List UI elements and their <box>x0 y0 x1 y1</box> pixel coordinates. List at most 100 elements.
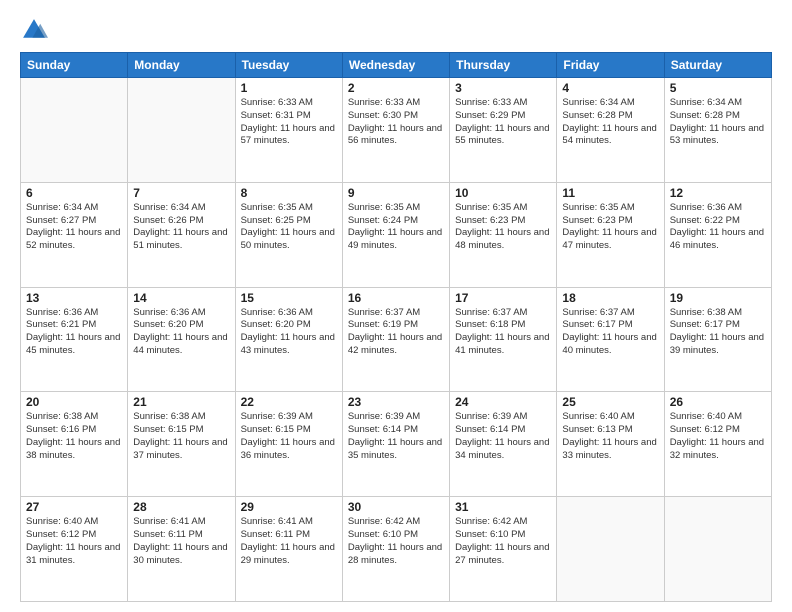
calendar-cell: 15 Sunrise: 6:36 AM Sunset: 6:20 PM Dayli… <box>235 287 342 392</box>
day-info: Sunrise: 6:35 AM Sunset: 6:24 PM Dayligh… <box>348 202 444 253</box>
day-info: Sunrise: 6:40 AM Sunset: 6:12 PM Dayligh… <box>26 516 122 567</box>
calendar-cell: 31 Sunrise: 6:42 AM Sunset: 6:10 PM Dayli… <box>450 497 557 602</box>
day-info: Sunrise: 6:39 AM Sunset: 6:14 PM Dayligh… <box>348 411 444 462</box>
calendar-cell: 19 Sunrise: 6:38 AM Sunset: 6:17 PM Dayli… <box>664 287 771 392</box>
calendar-cell: 12 Sunrise: 6:36 AM Sunset: 6:22 PM Dayli… <box>664 182 771 287</box>
day-info: Sunrise: 6:33 AM Sunset: 6:29 PM Dayligh… <box>455 97 551 148</box>
day-number: 11 <box>562 186 658 200</box>
day-number: 27 <box>26 500 122 514</box>
day-number: 13 <box>26 291 122 305</box>
calendar-cell: 2Sunrise: 6:33 AM Sunset: 6:30 PM Daylig… <box>342 78 449 183</box>
calendar-cell: 24 Sunrise: 6:39 AM Sunset: 6:14 PM Dayli… <box>450 392 557 497</box>
calendar-cell <box>557 497 664 602</box>
day-info: Sunrise: 6:41 AM Sunset: 6:11 PM Dayligh… <box>133 516 229 567</box>
day-number: 14 <box>133 291 229 305</box>
day-info: Sunrise: 6:41 AM Sunset: 6:11 PM Dayligh… <box>241 516 337 567</box>
calendar-cell: 20Sunrise: 6:38 AM Sunset: 6:16 PM Dayli… <box>21 392 128 497</box>
day-number: 21 <box>133 395 229 409</box>
calendar-cell: 14 Sunrise: 6:36 AM Sunset: 6:20 PM Dayli… <box>128 287 235 392</box>
calendar-cell <box>664 497 771 602</box>
day-info: Sunrise: 6:34 AM Sunset: 6:28 PM Dayligh… <box>670 97 766 148</box>
day-number: 15 <box>241 291 337 305</box>
day-number: 7 <box>133 186 229 200</box>
header <box>20 16 772 44</box>
day-info: Sunrise: 6:34 AM Sunset: 6:28 PM Dayligh… <box>562 97 658 148</box>
day-number: 18 <box>562 291 658 305</box>
calendar-cell <box>21 78 128 183</box>
calendar-cell: 29Sunrise: 6:41 AM Sunset: 6:11 PM Dayli… <box>235 497 342 602</box>
calendar-week-row: 1 Sunrise: 6:33 AM Sunset: 6:31 PM Daylig… <box>21 78 772 183</box>
calendar-cell: 18 Sunrise: 6:37 AM Sunset: 6:17 PM Dayli… <box>557 287 664 392</box>
calendar-header-thursday: Thursday <box>450 53 557 78</box>
day-number: 8 <box>241 186 337 200</box>
calendar-cell: 8 Sunrise: 6:35 AM Sunset: 6:25 PM Daylig… <box>235 182 342 287</box>
calendar-week-row: 6 Sunrise: 6:34 AM Sunset: 6:27 PM Daylig… <box>21 182 772 287</box>
page: SundayMondayTuesdayWednesdayThursdayFrid… <box>0 0 792 612</box>
day-number: 6 <box>26 186 122 200</box>
calendar-week-row: 27 Sunrise: 6:40 AM Sunset: 6:12 PM Dayli… <box>21 497 772 602</box>
calendar-cell: 26 Sunrise: 6:40 AM Sunset: 6:12 PM Dayli… <box>664 392 771 497</box>
calendar-cell: 21 Sunrise: 6:38 AM Sunset: 6:15 PM Dayli… <box>128 392 235 497</box>
calendar-cell: 28 Sunrise: 6:41 AM Sunset: 6:11 PM Dayli… <box>128 497 235 602</box>
day-info: Sunrise: 6:42 AM Sunset: 6:10 PM Dayligh… <box>348 516 444 567</box>
day-info: Sunrise: 6:37 AM Sunset: 6:19 PM Dayligh… <box>348 307 444 358</box>
day-number: 10 <box>455 186 551 200</box>
day-number: 16 <box>348 291 444 305</box>
day-info: Sunrise: 6:40 AM Sunset: 6:12 PM Dayligh… <box>670 411 766 462</box>
day-info: Sunrise: 6:35 AM Sunset: 6:23 PM Dayligh… <box>562 202 658 253</box>
calendar-header-row: SundayMondayTuesdayWednesdayThursdayFrid… <box>21 53 772 78</box>
calendar-cell: 4 Sunrise: 6:34 AM Sunset: 6:28 PM Daylig… <box>557 78 664 183</box>
calendar-cell: 9 Sunrise: 6:35 AM Sunset: 6:24 PM Daylig… <box>342 182 449 287</box>
day-info: Sunrise: 6:38 AM Sunset: 6:17 PM Dayligh… <box>670 307 766 358</box>
day-number: 12 <box>670 186 766 200</box>
day-number: 23 <box>348 395 444 409</box>
calendar-table: SundayMondayTuesdayWednesdayThursdayFrid… <box>20 52 772 602</box>
day-info: Sunrise: 6:34 AM Sunset: 6:27 PM Dayligh… <box>26 202 122 253</box>
calendar-header-sunday: Sunday <box>21 53 128 78</box>
day-info: Sunrise: 6:38 AM Sunset: 6:15 PM Dayligh… <box>133 411 229 462</box>
calendar-week-row: 20Sunrise: 6:38 AM Sunset: 6:16 PM Dayli… <box>21 392 772 497</box>
calendar-cell: 10Sunrise: 6:35 AM Sunset: 6:23 PM Dayli… <box>450 182 557 287</box>
day-info: Sunrise: 6:39 AM Sunset: 6:15 PM Dayligh… <box>241 411 337 462</box>
day-info: Sunrise: 6:34 AM Sunset: 6:26 PM Dayligh… <box>133 202 229 253</box>
calendar-header-tuesday: Tuesday <box>235 53 342 78</box>
day-number: 30 <box>348 500 444 514</box>
day-number: 31 <box>455 500 551 514</box>
day-info: Sunrise: 6:39 AM Sunset: 6:14 PM Dayligh… <box>455 411 551 462</box>
day-info: Sunrise: 6:36 AM Sunset: 6:20 PM Dayligh… <box>133 307 229 358</box>
day-info: Sunrise: 6:36 AM Sunset: 6:20 PM Dayligh… <box>241 307 337 358</box>
day-info: Sunrise: 6:42 AM Sunset: 6:10 PM Dayligh… <box>455 516 551 567</box>
day-number: 19 <box>670 291 766 305</box>
logo <box>20 16 52 44</box>
calendar-cell: 16 Sunrise: 6:37 AM Sunset: 6:19 PM Dayli… <box>342 287 449 392</box>
calendar-cell: 27 Sunrise: 6:40 AM Sunset: 6:12 PM Dayli… <box>21 497 128 602</box>
calendar-cell: 23 Sunrise: 6:39 AM Sunset: 6:14 PM Dayli… <box>342 392 449 497</box>
calendar-cell: 13 Sunrise: 6:36 AM Sunset: 6:21 PM Dayli… <box>21 287 128 392</box>
day-number: 25 <box>562 395 658 409</box>
day-info: Sunrise: 6:37 AM Sunset: 6:17 PM Dayligh… <box>562 307 658 358</box>
calendar-cell: 5 Sunrise: 6:34 AM Sunset: 6:28 PM Daylig… <box>664 78 771 183</box>
calendar-cell: 6 Sunrise: 6:34 AM Sunset: 6:27 PM Daylig… <box>21 182 128 287</box>
day-info: Sunrise: 6:37 AM Sunset: 6:18 PM Dayligh… <box>455 307 551 358</box>
calendar-cell <box>128 78 235 183</box>
logo-icon <box>20 16 48 44</box>
day-info: Sunrise: 6:36 AM Sunset: 6:22 PM Dayligh… <box>670 202 766 253</box>
day-number: 26 <box>670 395 766 409</box>
calendar-cell: 25Sunrise: 6:40 AM Sunset: 6:13 PM Dayli… <box>557 392 664 497</box>
day-number: 4 <box>562 81 658 95</box>
day-number: 1 <box>241 81 337 95</box>
day-number: 5 <box>670 81 766 95</box>
day-number: 3 <box>455 81 551 95</box>
calendar-cell: 11 Sunrise: 6:35 AM Sunset: 6:23 PM Dayli… <box>557 182 664 287</box>
day-number: 28 <box>133 500 229 514</box>
day-number: 9 <box>348 186 444 200</box>
day-number: 24 <box>455 395 551 409</box>
day-number: 22 <box>241 395 337 409</box>
day-number: 2 <box>348 81 444 95</box>
calendar-cell: 22 Sunrise: 6:39 AM Sunset: 6:15 PM Dayli… <box>235 392 342 497</box>
day-info: Sunrise: 6:36 AM Sunset: 6:21 PM Dayligh… <box>26 307 122 358</box>
calendar-cell: 3 Sunrise: 6:33 AM Sunset: 6:29 PM Daylig… <box>450 78 557 183</box>
day-info: Sunrise: 6:35 AM Sunset: 6:25 PM Dayligh… <box>241 202 337 253</box>
calendar-header-friday: Friday <box>557 53 664 78</box>
day-info: Sunrise: 6:33 AM Sunset: 6:31 PM Dayligh… <box>241 97 337 148</box>
